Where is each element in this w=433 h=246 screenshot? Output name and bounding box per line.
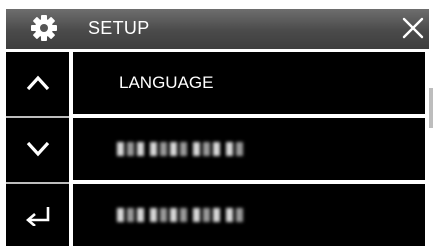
page-title: SETUP (88, 18, 150, 38)
scrollbar[interactable] (429, 88, 433, 128)
header-bar: SETUP (6, 9, 429, 49)
return-arrow-icon (25, 207, 49, 226)
sidebar (6, 52, 69, 246)
setup-screen: SETUP LANGUAGE (0, 0, 433, 246)
menu-item-language[interactable]: LANGUAGE (73, 52, 425, 114)
chevron-up-icon (26, 75, 49, 91)
close-icon[interactable] (401, 16, 425, 40)
blurred-label (117, 142, 243, 156)
menu-item-label: LANGUAGE (119, 73, 214, 92)
gear-icon (31, 15, 57, 41)
menu-item-blurred[interactable] (73, 118, 425, 180)
menu-list: LANGUAGE (73, 52, 427, 246)
scroll-up-button[interactable] (6, 52, 69, 114)
menu-item-blurred[interactable] (73, 184, 425, 246)
blurred-label (117, 208, 243, 222)
chevron-down-icon (26, 141, 49, 157)
back-button[interactable] (6, 184, 69, 246)
scroll-down-button[interactable] (6, 118, 69, 180)
